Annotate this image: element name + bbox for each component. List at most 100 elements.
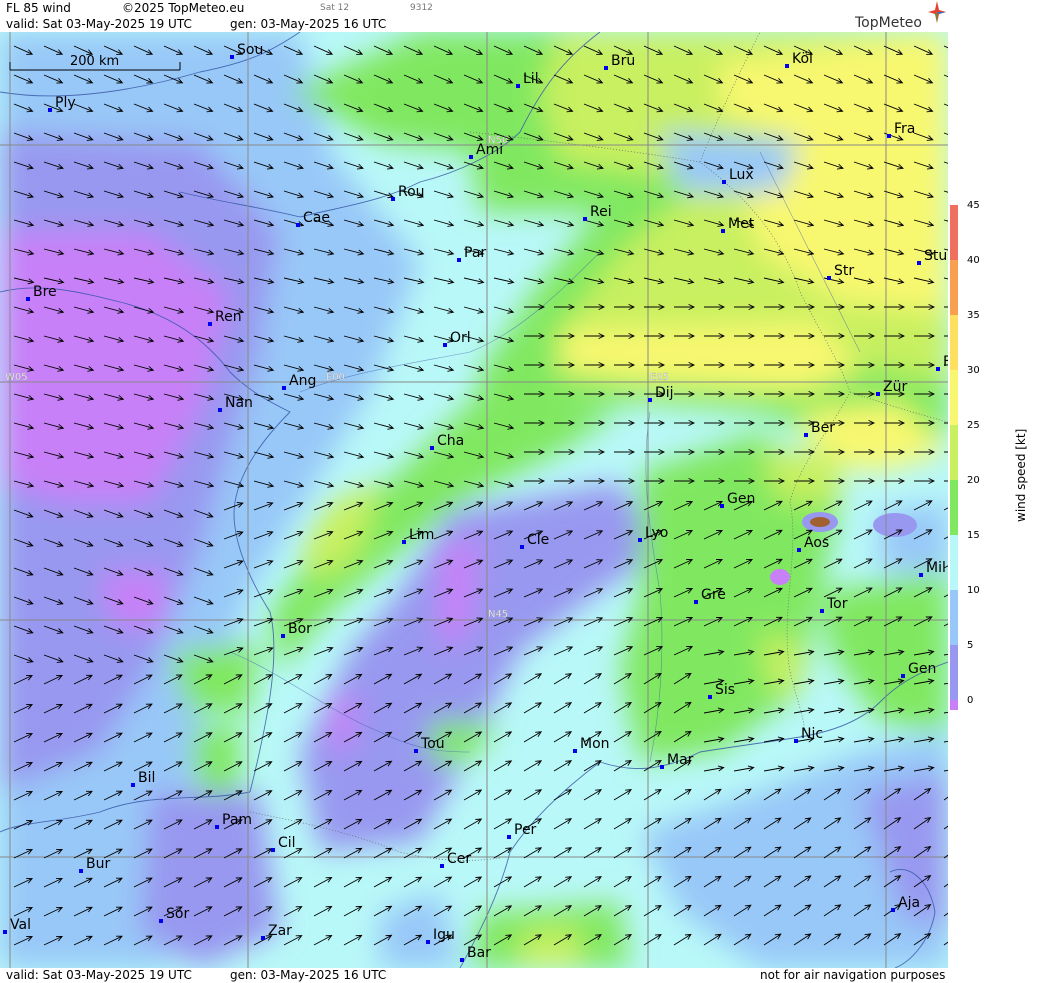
footer-valid: valid: Sat 03-May-2025 19 UTC	[6, 968, 192, 982]
city-label: Cle	[527, 532, 549, 548]
city-marker	[827, 276, 831, 280]
city-label: Str	[834, 263, 854, 279]
city-marker	[820, 609, 824, 613]
city-marker	[430, 446, 434, 450]
city-label: Köl	[792, 51, 813, 67]
city-label: Val	[10, 917, 31, 933]
city-label: Cil	[278, 835, 296, 851]
city-marker	[804, 433, 808, 437]
city-label: Aja	[898, 895, 920, 911]
city-label: Lim	[409, 527, 434, 543]
colorbar-segment	[950, 425, 958, 480]
compass-star-icon	[928, 1, 946, 23]
city-marker	[469, 155, 473, 159]
city-label: Cae	[303, 210, 330, 226]
city-marker	[660, 765, 664, 769]
city-marker	[218, 408, 222, 412]
colorbar-tick: 45	[967, 200, 980, 211]
colorbar-tick: 20	[967, 475, 980, 486]
city-marker	[507, 835, 511, 839]
city-marker	[79, 869, 83, 873]
city-marker	[694, 600, 698, 604]
city-marker	[457, 258, 461, 262]
colorbar: 45 40 35 30 25 20 15 10 5 0	[950, 200, 980, 710]
city-marker	[402, 540, 406, 544]
city-label: Bru	[611, 53, 635, 69]
colorbar-segment	[950, 645, 958, 700]
city-marker	[296, 223, 300, 227]
city-label: Nic	[801, 726, 823, 742]
city-label: Dij	[655, 385, 674, 401]
colorbar-segment	[950, 370, 958, 425]
city-marker	[573, 749, 577, 753]
city-label: Par	[464, 245, 486, 261]
city-marker	[208, 322, 212, 326]
city-marker	[917, 261, 921, 265]
city-label: Per	[514, 822, 537, 838]
colorbar-segment	[950, 535, 958, 590]
colorbar-segment	[950, 590, 958, 645]
city-marker	[720, 504, 724, 508]
city-label: Gen	[908, 661, 936, 677]
city-marker	[271, 848, 275, 852]
colorbar-label: wind speed [kt]	[1014, 428, 1028, 522]
city-marker	[215, 825, 219, 829]
city-label: Stu	[924, 248, 947, 264]
city-label: Ren	[215, 309, 242, 325]
colorbar-tick: 30	[967, 365, 980, 376]
colorbar-tick: 40	[967, 255, 980, 266]
city-marker	[26, 297, 30, 301]
city-marker	[785, 64, 789, 68]
colorbar-tick: 0	[967, 695, 973, 706]
colorbar-segment	[950, 205, 958, 260]
city-label: Cer	[447, 851, 471, 867]
city-label: Sis	[715, 682, 735, 698]
city-marker	[131, 783, 135, 787]
city-marker	[708, 695, 712, 699]
grid-label: W05	[5, 372, 28, 383]
product-title: FL 85 wind	[6, 1, 71, 15]
city-marker	[583, 217, 587, 221]
city-label: Met	[728, 216, 755, 232]
city-label: Ang	[289, 373, 316, 389]
city-label: Ber	[811, 420, 835, 436]
city-label: Ply	[55, 95, 76, 111]
city-label: Mar	[667, 752, 694, 768]
colorbar-segment	[950, 480, 958, 535]
city-marker	[648, 398, 652, 402]
city-label: Sor	[166, 906, 189, 922]
city-label: Fra	[894, 121, 915, 137]
city-label: Lux	[729, 167, 754, 183]
scale-label: 200 km	[70, 54, 119, 69]
generated-time: gen: 03-May-2025 16 UTC	[230, 17, 387, 31]
city-marker	[794, 739, 798, 743]
city-label: Bor	[288, 621, 312, 637]
city-label: Gre	[701, 587, 726, 603]
city-marker	[520, 545, 524, 549]
wind-map[interactable]: N50N45W05 E00 E05 200 km SouPlyLilBru KölAm…	[0, 32, 948, 968]
city-marker	[638, 538, 642, 542]
city-marker	[440, 864, 444, 868]
city-marker	[722, 180, 726, 184]
city-label: Zar	[268, 923, 292, 939]
brand-name: TopMeteo	[855, 15, 922, 31]
grid-label: N45	[488, 609, 508, 620]
colorbar-tick: 25	[967, 420, 980, 431]
city-marker	[391, 197, 395, 201]
city-label: Tou	[420, 736, 445, 752]
city-label: Rei	[590, 204, 612, 220]
city-marker	[887, 134, 891, 138]
city-marker	[901, 674, 905, 678]
city-label: Pam	[222, 812, 252, 828]
city-marker	[261, 936, 265, 940]
grid-label: E05	[650, 372, 669, 383]
city-marker	[443, 343, 447, 347]
colorbar-tick: 15	[967, 530, 980, 541]
city-marker	[426, 940, 430, 944]
city-marker	[876, 392, 880, 396]
city-marker	[936, 367, 940, 371]
colorbar-tick: 35	[967, 310, 980, 321]
colorbar-tick: 10	[967, 585, 980, 596]
footer-generated: gen: 03-May-2025 16 UTC	[230, 968, 387, 982]
colorbar-segment	[950, 315, 958, 370]
